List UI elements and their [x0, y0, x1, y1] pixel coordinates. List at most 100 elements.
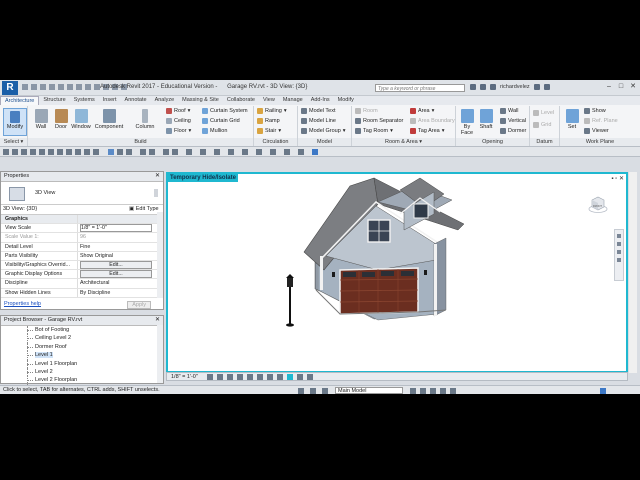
detail-level-icon[interactable]: [207, 374, 213, 380]
modify-button[interactable]: Modify: [3, 108, 27, 136]
link-select-icon[interactable]: [410, 388, 416, 394]
create-assembly-icon[interactable]: [242, 149, 248, 155]
subscription-icon[interactable]: [480, 84, 486, 90]
tab-modify[interactable]: Modify: [334, 96, 358, 105]
align-icon[interactable]: [12, 149, 18, 155]
component-button[interactable]: Component: [94, 109, 124, 130]
tree-item-dormer-roof[interactable]: Dormer Roof: [1, 342, 163, 352]
ramp-button[interactable]: Ramp: [257, 118, 280, 124]
tree-item-ceiling-level-2[interactable]: Ceiling Level 2: [1, 334, 163, 344]
type-selector[interactable]: 3D View: [1, 182, 163, 205]
design-options-icon[interactable]: [322, 388, 328, 394]
visibility-graphics-edit-button[interactable]: Edit...: [80, 260, 152, 269]
ref-plane-button[interactable]: Ref. Plane: [584, 118, 618, 124]
ceiling-button[interactable]: Ceiling: [166, 118, 191, 124]
shaft-button[interactable]: Shaft: [476, 109, 496, 130]
wall-opening-button[interactable]: Wall: [500, 108, 519, 114]
search-icon[interactable]: [470, 84, 476, 90]
mullion-button[interactable]: Mullion: [202, 128, 227, 134]
pinned-select-icon[interactable]: [430, 388, 436, 394]
scale-icon[interactable]: [93, 149, 99, 155]
active-model-select[interactable]: Main Model: [335, 387, 403, 394]
show-crop-icon[interactable]: [267, 374, 273, 380]
face-select-icon[interactable]: [440, 388, 446, 394]
window-button[interactable]: Window: [70, 109, 92, 130]
copy-icon[interactable]: [48, 149, 54, 155]
create-parts-icon[interactable]: [256, 149, 262, 155]
filter-icon[interactable]: [312, 149, 318, 155]
redo-icon[interactable]: [58, 84, 64, 90]
minimize-icon[interactable]: –: [604, 82, 614, 91]
prop-view-scale[interactable]: View Scale 1/8" = 1'-0": [1, 224, 163, 234]
mirror-icon[interactable]: [30, 149, 36, 155]
area-boundary-button[interactable]: Area Boundary: [410, 118, 455, 124]
grid-button[interactable]: Grid: [533, 122, 551, 128]
roof-button[interactable]: Roof ▾: [166, 108, 190, 114]
tab-view[interactable]: View: [259, 96, 279, 105]
split-face-icon[interactable]: [172, 149, 178, 155]
select-dropdown[interactable]: Select ▾: [0, 138, 27, 146]
maximize-icon[interactable]: □: [616, 82, 626, 91]
reveal-hidden-icon[interactable]: [297, 374, 303, 380]
move-icon[interactable]: [39, 149, 45, 155]
trim-icon[interactable]: [66, 149, 72, 155]
graphic-display-edit-button[interactable]: Edit...: [80, 270, 152, 279]
modify-tool-icon[interactable]: [3, 149, 9, 155]
analytical-model-icon[interactable]: [307, 374, 313, 380]
sync-icon[interactable]: [40, 84, 46, 90]
stair-button[interactable]: Stair ▾: [257, 128, 281, 134]
level-button[interactable]: Level: [533, 110, 554, 116]
filter-count-icon[interactable]: [600, 388, 606, 394]
override-graphics-icon[interactable]: [298, 149, 304, 155]
type-selector-scroll[interactable]: [154, 189, 158, 197]
tab-insert[interactable]: Insert: [99, 96, 121, 105]
prop-parts-visibility[interactable]: Parts Visibility Show Original: [1, 251, 163, 261]
section-graphics[interactable]: Graphics: [1, 215, 163, 225]
rotate-icon[interactable]: [57, 149, 63, 155]
3d-viewport[interactable]: Temporary Hide/Isolate ▪ ▫ ✕ FRONT: [166, 172, 628, 373]
room-button[interactable]: Room: [355, 108, 378, 114]
username[interactable]: richardvelez: [500, 84, 530, 90]
wall-button[interactable]: Wall: [30, 109, 52, 130]
join-icon[interactable]: [149, 149, 155, 155]
save-icon[interactable]: [31, 84, 37, 90]
crop-view-icon[interactable]: [257, 374, 263, 380]
tab-analyze[interactable]: Analyze: [151, 96, 179, 105]
tree-item-level-1-floorplan[interactable]: Level 1 Floorplan: [1, 359, 163, 369]
properties-scrollbar[interactable]: [157, 212, 163, 298]
tab-annotate[interactable]: Annotate: [121, 96, 151, 105]
railing-button[interactable]: Railing ▾: [257, 108, 287, 114]
measure-option-icon[interactable]: [270, 149, 276, 155]
floor-button[interactable]: Floor ▾: [166, 128, 191, 134]
tab-collaborate[interactable]: Collaborate: [223, 96, 259, 105]
area-button[interactable]: Area ▾: [410, 108, 434, 114]
shadows-icon[interactable]: [237, 374, 243, 380]
garage-model[interactable]: [168, 174, 626, 371]
measure-icon[interactable]: [76, 84, 82, 90]
properties-help-link[interactable]: Properties help: [1, 301, 41, 307]
tab-architecture[interactable]: Architecture: [0, 96, 40, 105]
demolish-icon[interactable]: [186, 149, 192, 155]
vertical-opening-button[interactable]: Vertical: [500, 118, 526, 124]
exchange-icon[interactable]: [533, 84, 540, 90]
tree-item-level-2-floorplan[interactable]: Level 2 Floorplan: [1, 376, 163, 386]
tab-systems[interactable]: Systems: [70, 96, 99, 105]
array-icon[interactable]: [84, 149, 90, 155]
door-button[interactable]: Door: [50, 109, 72, 130]
model-line-button[interactable]: Model Line: [301, 118, 336, 124]
column-button[interactable]: Column: [134, 109, 156, 130]
apply-button[interactable]: Apply: [127, 301, 151, 309]
create-similar-icon[interactable]: [214, 149, 220, 155]
curtain-system-button[interactable]: Curtain System: [202, 108, 248, 114]
tab-structure[interactable]: Structure: [39, 96, 69, 105]
set-button[interactable]: Set: [562, 109, 582, 130]
delete-icon[interactable]: [126, 149, 132, 155]
room-separator-button[interactable]: Room Separator: [355, 118, 403, 124]
tree-item-level-2[interactable]: Level 2: [1, 367, 163, 377]
revit-app-menu-button[interactable]: R: [2, 81, 18, 95]
by-face-button[interactable]: By Face: [457, 109, 477, 136]
lock-3d-icon[interactable]: [277, 374, 283, 380]
tab-add-ins[interactable]: Add-Ins: [307, 96, 334, 105]
hide-element-icon[interactable]: [284, 149, 290, 155]
view-scale-control[interactable]: 1/8" = 1'-0": [171, 373, 198, 381]
